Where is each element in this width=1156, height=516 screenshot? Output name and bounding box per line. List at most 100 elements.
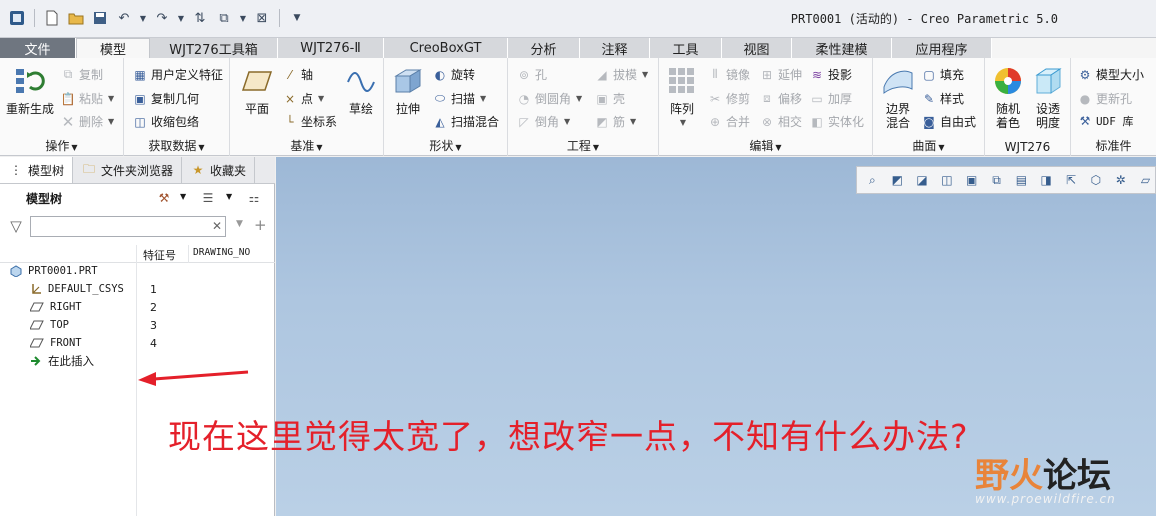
fill-button[interactable]: ▢ 填充 [921, 66, 964, 83]
tab-creoboxgt[interactable]: CreoBoxGT [384, 38, 508, 58]
show-list-icon[interactable]: ☰ [200, 190, 216, 206]
clear-search-icon[interactable]: ✕ [212, 219, 222, 233]
tab-analysis[interactable]: 分析 [508, 38, 580, 58]
tab-view[interactable]: 视图 [722, 38, 792, 58]
perspective-view-icon[interactable]: ◨ [1037, 170, 1056, 190]
repaint-icon[interactable]: ◫ [937, 170, 956, 190]
group-editing-label[interactable]: 编辑 ▼ [659, 137, 872, 154]
sweep-button[interactable]: ⬭ 扫描 ▼ [432, 90, 486, 107]
tab-file[interactable]: 文件 [0, 38, 76, 58]
copy-geometry-button[interactable]: ▣ 复制几何 [132, 90, 199, 107]
freestyle-button[interactable]: ◙ 自由式 [921, 113, 976, 130]
new-file-icon[interactable] [43, 9, 61, 27]
tree-search-input[interactable] [30, 216, 226, 237]
tab-flexible-modeling[interactable]: 柔性建模 [792, 38, 892, 58]
draft-button[interactable]: ◢ 拔模 ▼ [594, 66, 648, 83]
csys-button[interactable]: └ 坐标系 [282, 113, 337, 130]
paste-button[interactable]: 📋 粘贴 ▼ [60, 90, 115, 107]
pattern-button[interactable]: 阵列 ▼ [663, 64, 701, 130]
tree-row-part[interactable]: PRT0001.PRT [0, 262, 270, 280]
show-dropdown-icon[interactable]: ▼ [226, 192, 232, 201]
offset-button[interactable]: ⧈ 偏移 [759, 90, 802, 107]
saved-orientations-icon[interactable]: ⧉ [987, 170, 1006, 190]
undo-dropdown-icon[interactable]: ▼ [139, 9, 147, 27]
swept-blend-button[interactable]: ◭ 扫描混合 [432, 113, 499, 130]
udf-library-button[interactable]: ⚒ UDF 库 [1077, 113, 1134, 129]
redo-dropdown-icon[interactable]: ▼ [177, 9, 185, 27]
random-color-button[interactable]: 随机 着色 [989, 64, 1027, 130]
shrinkwrap-button[interactable]: ◫ 收缩包络 [132, 113, 199, 130]
update-hole-button[interactable]: ● 更新孔 [1077, 90, 1132, 107]
regenerate-button[interactable]: 重新生成 [4, 64, 56, 116]
zoom-out-icon[interactable]: ◪ [913, 170, 932, 190]
annotation-display-icon[interactable]: ⬡ [1086, 170, 1105, 190]
tab-model[interactable]: 模型 [76, 38, 150, 58]
search-dropdown-icon[interactable]: ▼ [236, 219, 243, 229]
zoom-in-icon[interactable]: ◩ [888, 170, 907, 190]
tree-row-front[interactable]: FRONT 4 [0, 334, 270, 352]
regenerate-quick-icon[interactable]: ⇅ [191, 9, 209, 27]
intersect-button[interactable]: ⊗ 相交 [759, 113, 802, 130]
sketch-button[interactable]: 草绘 [342, 64, 380, 116]
windows-dropdown-icon[interactable]: ▼ [239, 9, 247, 27]
open-folder-icon[interactable] [67, 9, 85, 27]
tab-favorites[interactable]: ★ 收藏夹 [182, 157, 256, 183]
tree-row-right[interactable]: RIGHT 2 [0, 298, 270, 316]
tree-row-top[interactable]: TOP 3 [0, 316, 270, 334]
project-button[interactable]: ≋ 投影 [809, 66, 852, 83]
tab-wjt276-toolbox[interactable]: WJT276工具箱 [150, 38, 278, 58]
extrude-button[interactable]: 拉伸 [388, 64, 428, 116]
round-button[interactable]: ◔ 倒圆角 ▼ [516, 90, 582, 107]
hole-button[interactable]: ⊚ 孔 [516, 66, 547, 83]
group-get-data-label[interactable]: 获取数据 ▼ [124, 137, 229, 154]
thicken-button[interactable]: ▭ 加厚 [809, 90, 852, 107]
tree-settings-dropdown-icon[interactable]: ▼ [180, 192, 186, 201]
group-operations-label[interactable]: 操作 ▼ [0, 137, 123, 154]
mirror-button[interactable]: ⫴ 镜像 [707, 66, 750, 83]
windows-icon[interactable]: ⧉ [215, 9, 233, 27]
point-button[interactable]: × 点 ▼ [282, 90, 324, 107]
datum-display-icon[interactable]: ⇱ [1062, 170, 1081, 190]
group-shapes-label[interactable]: 形状 ▼ [384, 137, 507, 154]
redo-icon[interactable]: ↷ [153, 9, 171, 27]
chamfer-button[interactable]: ◸ 倒角 ▼ [516, 113, 570, 130]
tree-settings-icon[interactable]: ⚒ [156, 190, 172, 206]
tab-applications[interactable]: 应用程序 [892, 38, 992, 58]
revolve-button[interactable]: ◐ 旋转 [432, 66, 475, 83]
view-manager-icon[interactable]: ▤ [1012, 170, 1031, 190]
undo-icon[interactable]: ↶ [115, 9, 133, 27]
app-menu-icon[interactable] [8, 9, 26, 27]
customize-quick-access-icon[interactable]: ▼ [288, 9, 306, 27]
column-divider[interactable] [188, 245, 189, 263]
plane-display-icon[interactable]: ▱ [1136, 170, 1155, 190]
group-surfaces-label[interactable]: 曲面 ▼ [873, 137, 984, 154]
tab-tools[interactable]: 工具 [650, 38, 722, 58]
style-button[interactable]: ✎ 样式 [921, 90, 964, 107]
display-style-icon[interactable]: ▣ [962, 170, 981, 190]
save-icon[interactable] [91, 9, 109, 27]
trim-button[interactable]: ✂ 修剪 [707, 90, 750, 107]
model-size-button[interactable]: ⚙ 模型大小 [1077, 66, 1144, 83]
column-drawing-no[interactable]: DRAWING_NO [193, 247, 250, 258]
solidify-button[interactable]: ◧ 实体化 [809, 113, 864, 130]
copy-button[interactable]: ⧉ 复制 [60, 66, 103, 83]
tree-row-default-csys[interactable]: DEFAULT_CSYS 1 [0, 280, 270, 298]
tab-folder-browser[interactable]: 🗀 文件夹浏览器 [73, 157, 183, 183]
delete-button[interactable]: ✕ 删除 ▼ [60, 113, 114, 131]
tree-filter-view-icon[interactable]: ⚏ [246, 190, 262, 206]
shell-button[interactable]: ▣ 壳 [594, 90, 625, 107]
spin-center-icon[interactable]: ✲ [1111, 170, 1130, 190]
plane-button[interactable]: 平面 [236, 64, 278, 116]
close-window-icon[interactable]: ⊠ [253, 9, 271, 27]
boundary-blend-button[interactable]: 边界 混合 [877, 64, 919, 130]
rib-button[interactable]: ◩ 筋 ▼ [594, 113, 636, 130]
add-filter-icon[interactable]: + [254, 216, 267, 234]
extend-button[interactable]: ⊞ 延伸 [759, 66, 802, 83]
tab-annotate[interactable]: 注释 [580, 38, 650, 58]
udf-button[interactable]: ▦ 用户定义特征 [132, 66, 223, 83]
group-engineering-label[interactable]: 工程 ▼ [508, 137, 658, 154]
merge-button[interactable]: ⊕ 合并 [707, 113, 750, 130]
refit-icon[interactable]: ⌕ [863, 170, 882, 190]
group-datum-label[interactable]: 基准 ▼ [230, 137, 383, 154]
column-feature-number[interactable]: 特征号 [143, 247, 176, 263]
